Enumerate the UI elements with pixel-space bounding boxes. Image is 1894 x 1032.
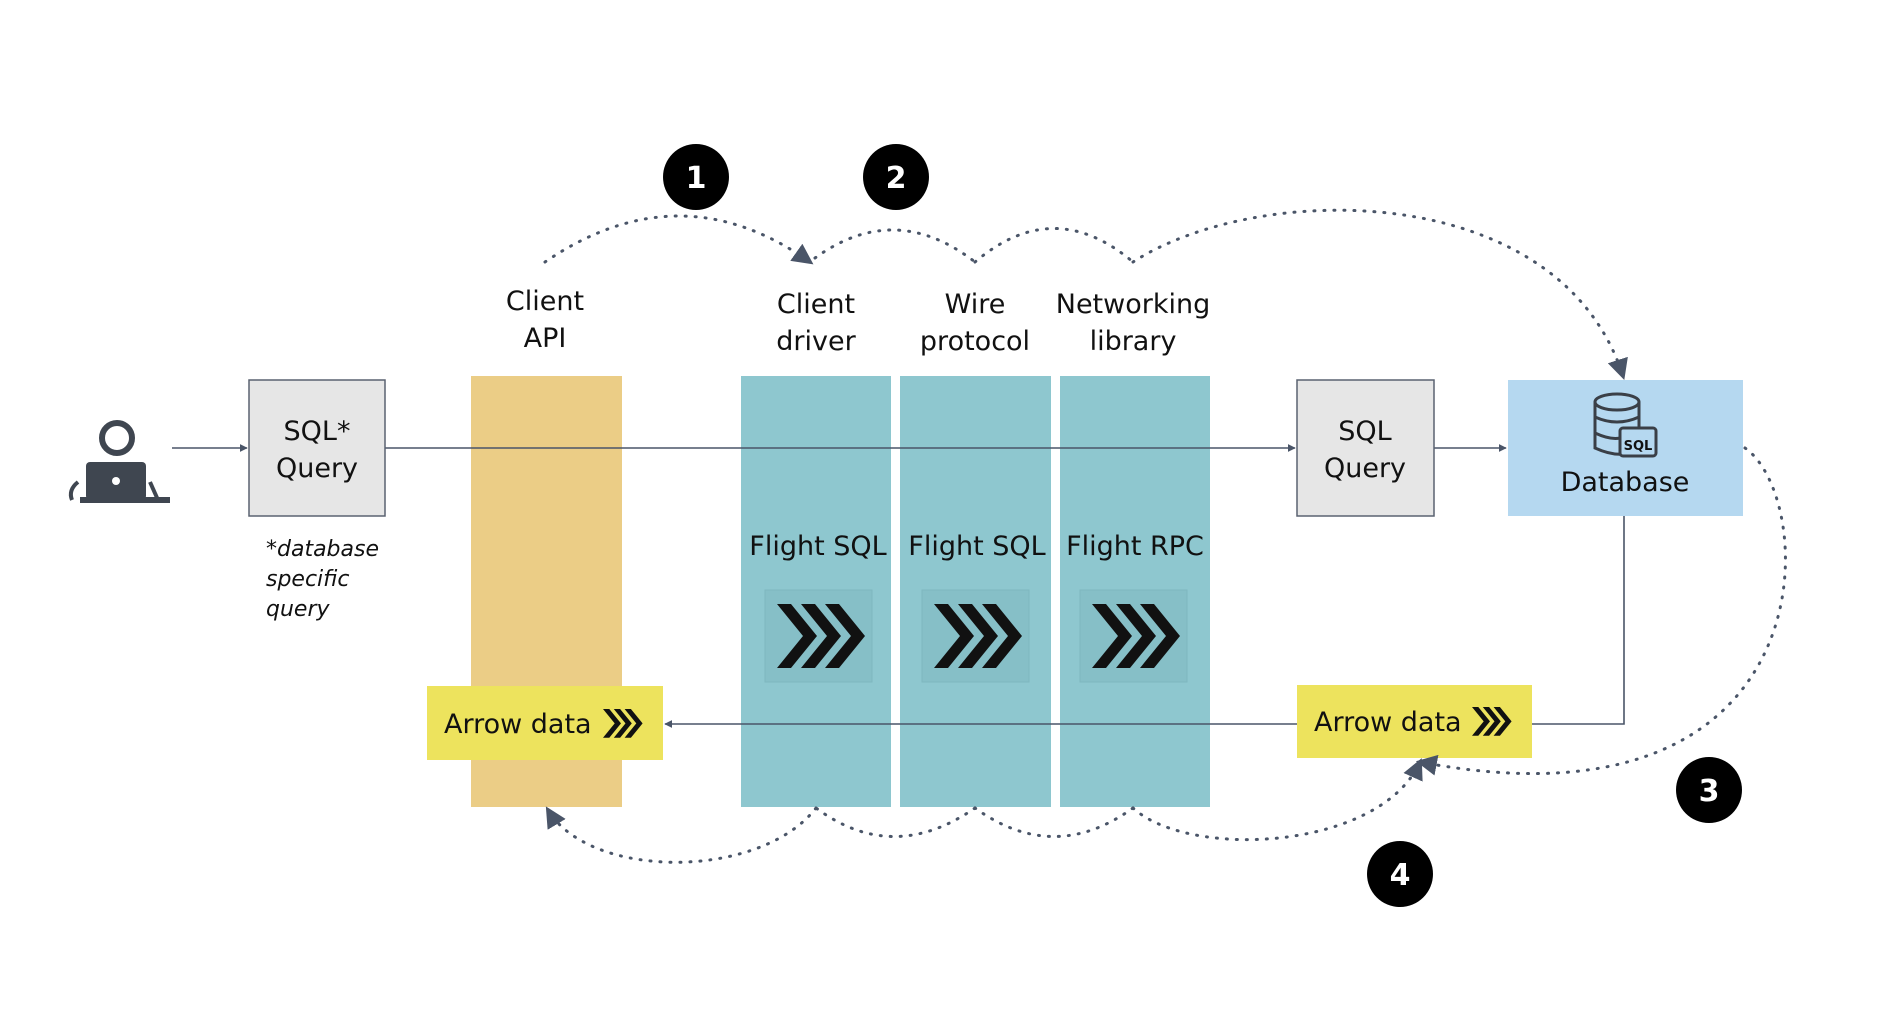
svg-text:4: 4	[1390, 858, 1411, 893]
svg-text:Query: Query	[1324, 453, 1406, 484]
svg-text:Arrow data: Arrow data	[444, 709, 592, 740]
svg-text:3: 3	[1699, 774, 1720, 809]
footnote: specific	[266, 567, 349, 592]
layer-label: driver	[776, 326, 856, 357]
layer-label: protocol	[920, 326, 1030, 357]
layer-label: Networking	[1056, 289, 1211, 320]
step-4-path	[545, 806, 818, 864]
svg-text:SQL*: SQL*	[284, 416, 351, 447]
arrow-chevrons-icon	[1079, 589, 1188, 683]
layer-label: Client	[506, 286, 584, 317]
layer-label: API	[524, 323, 567, 354]
svg-text:SQL: SQL	[1624, 439, 1653, 454]
arrow-chevrons-icon	[764, 589, 873, 683]
footnote: *database	[266, 537, 379, 562]
arrow-data-client-box: Arrow data	[427, 686, 663, 760]
svg-text:Arrow data: Arrow data	[1314, 707, 1462, 738]
flow-line	[1532, 516, 1625, 725]
input-sql-query-box: SQL* Query	[248, 379, 386, 517]
step-badge-2: 2	[863, 144, 929, 210]
output-sql-query-box: SQL Query	[1296, 379, 1435, 517]
svg-text:2: 2	[886, 161, 907, 196]
step-4-path	[973, 806, 1135, 838]
layer-label: Client	[777, 289, 855, 320]
step-badge-4: 4	[1367, 841, 1433, 907]
arrow-chevrons-icon	[921, 589, 1030, 683]
step-4-path	[814, 806, 977, 838]
step-1-path	[543, 214, 814, 265]
database-box: SQL Database	[1508, 380, 1743, 516]
footnote: query	[266, 597, 330, 622]
step-badge-1: 1	[663, 144, 729, 210]
step-2-path	[813, 228, 977, 264]
svg-text:Query: Query	[276, 453, 358, 484]
protocol-label: Flight SQL	[749, 531, 886, 562]
flight-sql-diagram: Client API Client driver Wire protocol N…	[0, 0, 1894, 1032]
person-laptop-icon	[68, 420, 170, 503]
layer-label: Wire	[945, 289, 1006, 320]
protocol-label: Flight RPC	[1066, 531, 1204, 562]
arrow-data-server-box: Arrow data	[1297, 685, 1532, 758]
svg-text:Database: Database	[1561, 467, 1690, 498]
layer-label: library	[1090, 326, 1177, 357]
step-badge-3: 3	[1676, 757, 1742, 823]
step-2-path	[973, 227, 1135, 264]
protocol-label: Flight SQL	[908, 531, 1045, 562]
svg-text:SQL: SQL	[1338, 416, 1391, 447]
svg-text:1: 1	[686, 161, 707, 196]
